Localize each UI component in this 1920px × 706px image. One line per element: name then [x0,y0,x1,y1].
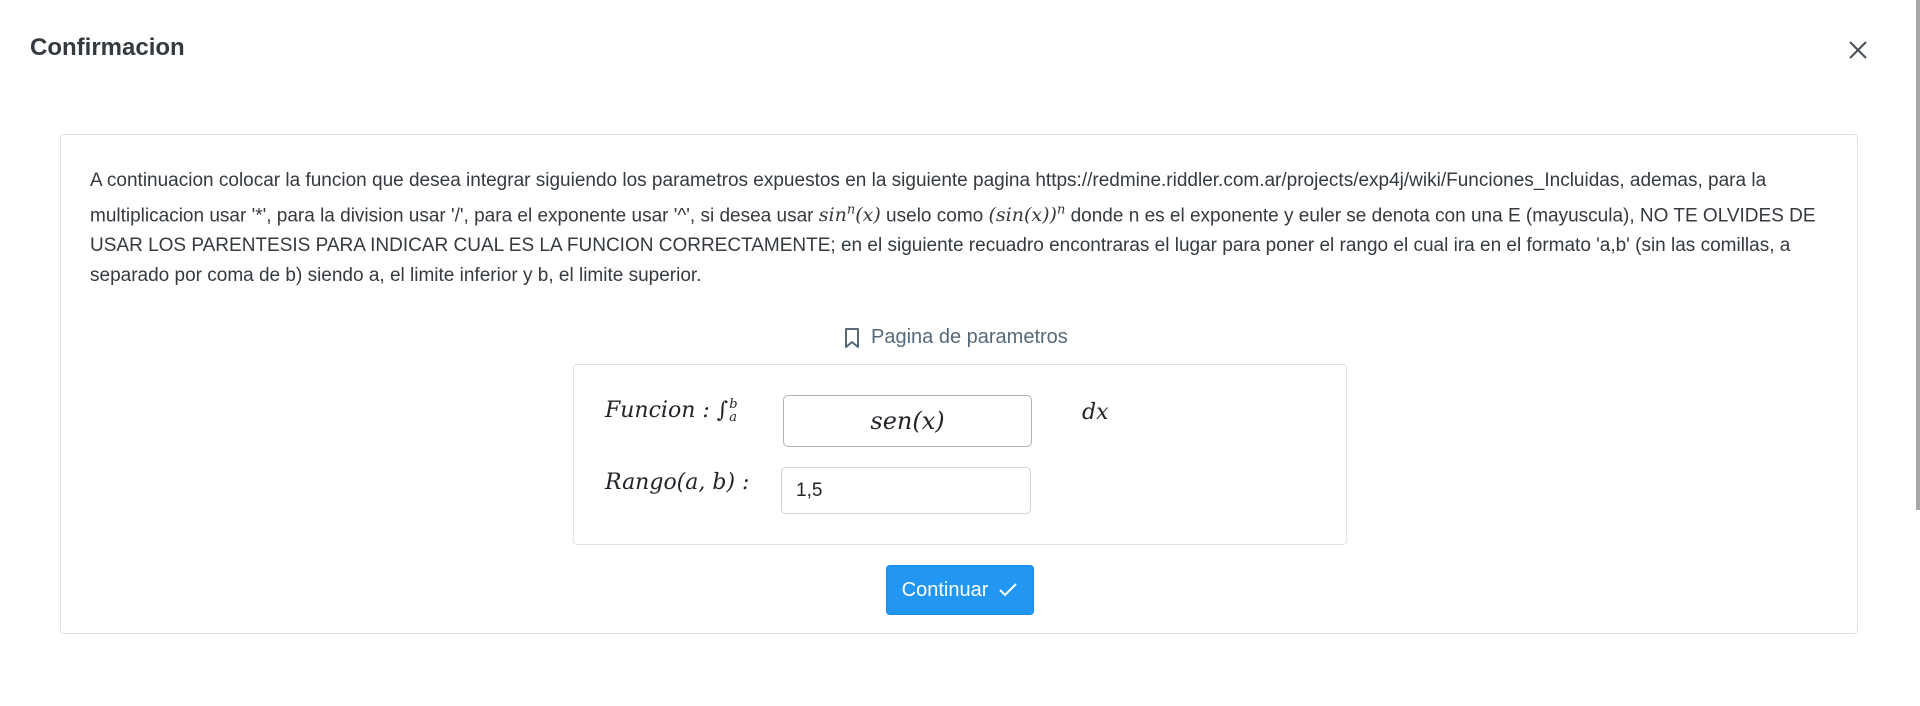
modal-title: Confirmacion [30,34,185,61]
integral-limits: ba [729,398,737,424]
continue-button[interactable]: Continuar [886,565,1034,615]
integral-symbol: ∫ [716,398,729,423]
close-icon [1849,41,1867,59]
params-page-link[interactable]: Pagina de parametros [843,326,1068,349]
math-sin-n-x: sinn(x) [818,203,881,227]
integral-form-card [573,364,1347,545]
params-link-label: Pagina de parametros [871,326,1068,348]
continue-label: Continuar [901,578,989,601]
dx-label: dx [1082,400,1109,425]
modal-header: Confirmacion [0,0,1920,100]
funcion-label: Funcion : ∫ b a [605,397,738,425]
bookmark-icon [845,327,859,348]
rango-label: Rango(a, b) : [605,470,750,495]
check-icon [999,583,1018,597]
instructions-text: A continuacion colocar la funcion que de… [90,166,1820,291]
scrollbar[interactable] [1916,0,1920,510]
lower-limit: a [729,410,738,425]
math-sin-x-pow-n: (sin(x))n [988,203,1066,227]
close-button[interactable] [1844,36,1872,64]
rango-input[interactable] [781,467,1031,514]
funcion-input[interactable]: sen(x) [783,395,1032,447]
instructions-part-2: uselo como [880,205,989,227]
confirmation-modal: Confirmacion A continuacion colocar la f… [0,0,1920,706]
